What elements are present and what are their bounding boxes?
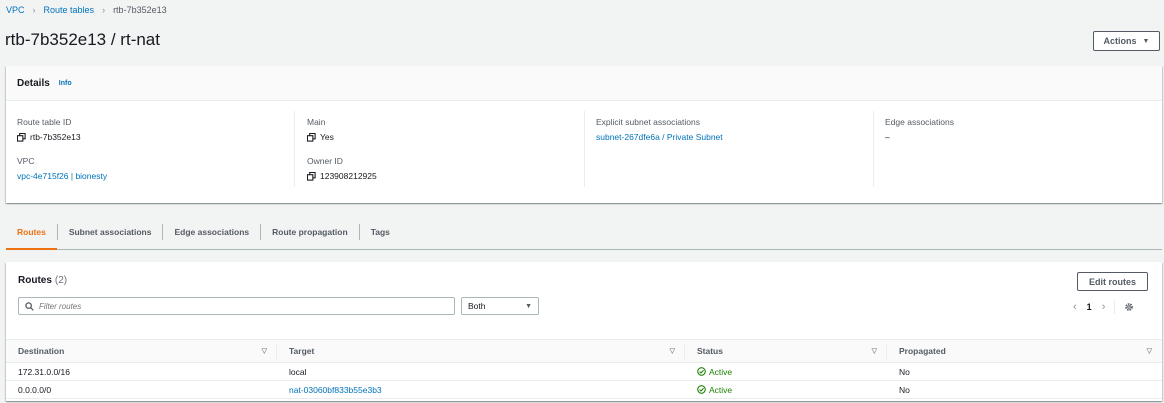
chevron-right-icon: › bbox=[32, 5, 36, 15]
column-header-label: Destination bbox=[18, 346, 65, 356]
column-header-status[interactable]: Status ▽ bbox=[685, 340, 887, 362]
actions-button-label: Actions bbox=[1103, 36, 1137, 46]
previous-page-icon[interactable]: ‹ bbox=[1073, 301, 1077, 313]
vpc-link[interactable]: vpc-4e715f26 | bionesty bbox=[17, 171, 107, 181]
filter-routes-input[interactable] bbox=[39, 301, 439, 311]
details-column-1: Route table ID rtb-7b352e13 VPC vpc-4e71… bbox=[17, 111, 295, 187]
breadcrumb-route-tables[interactable]: Route tables bbox=[44, 5, 95, 15]
details-title: Details bbox=[17, 77, 50, 89]
pagination: ‹ 1 › bbox=[1073, 300, 1134, 314]
column-header-label: Status bbox=[697, 346, 723, 356]
propagated-cell: No bbox=[899, 384, 910, 395]
check-circle-icon bbox=[697, 367, 706, 376]
details-column-4: Edge associations – bbox=[885, 111, 1155, 187]
table-row[interactable]: 0.0.0.0/0 nat-03060bf833b55e3b3 Active N… bbox=[6, 381, 1162, 399]
check-circle-icon bbox=[697, 385, 706, 394]
status-text: Active bbox=[709, 384, 733, 395]
sort-down-icon: ▽ bbox=[669, 348, 675, 355]
sort-down-icon: ▽ bbox=[871, 348, 877, 355]
column-header-label: Propagated bbox=[899, 346, 946, 356]
chevron-right-icon: › bbox=[102, 5, 106, 15]
vpc-label: VPC bbox=[17, 156, 35, 166]
routes-title-text: Routes bbox=[18, 275, 52, 286]
routes-count: (2) bbox=[54, 275, 68, 286]
page-title: rtb-7b352e13 / rt-nat bbox=[5, 30, 160, 49]
route-table-id-value: rtb-7b352e13 bbox=[17, 132, 81, 142]
status-cell: Active bbox=[685, 385, 887, 395]
route-type-select-value: Both bbox=[468, 301, 486, 311]
route-table-id-text: rtb-7b352e13 bbox=[30, 132, 81, 142]
column-header-propagated[interactable]: Propagated ▽ bbox=[887, 340, 1162, 362]
tab-edge-associations[interactable]: Edge associations bbox=[163, 223, 262, 240]
destination-cell: 172.31.0.0/16 bbox=[18, 366, 70, 377]
settings-gear-icon[interactable] bbox=[1124, 302, 1134, 312]
table-header: Destination ▽ Target ▽ Status ▽ Propagated ▽ bbox=[6, 339, 1162, 363]
routes-title: Routes (2) bbox=[18, 275, 67, 286]
copy-icon[interactable] bbox=[307, 132, 316, 142]
search-icon bbox=[25, 301, 34, 311]
caret-down-icon: ▼ bbox=[525, 302, 532, 310]
status-text: Active bbox=[709, 366, 733, 377]
copy-icon[interactable] bbox=[17, 132, 26, 142]
main-text: Yes bbox=[320, 132, 334, 142]
sort-down-icon: ▽ bbox=[1146, 348, 1152, 355]
status-badge: Active bbox=[697, 367, 732, 377]
main-label: Main bbox=[307, 117, 326, 127]
edge-associations-label: Edge associations bbox=[885, 117, 954, 127]
main-value: Yes bbox=[307, 132, 334, 142]
status-badge: Active bbox=[697, 385, 732, 395]
breadcrumb: VPC › Route tables › rtb-7b352e13 bbox=[6, 5, 167, 15]
tab-routes[interactable]: Routes bbox=[6, 223, 58, 250]
info-link[interactable]: Info bbox=[59, 80, 72, 87]
route-table-id-label: Route table ID bbox=[17, 117, 72, 127]
next-page-icon[interactable]: › bbox=[1102, 301, 1106, 313]
edge-associations-value: – bbox=[885, 132, 890, 142]
breadcrumb-current: rtb-7b352e13 bbox=[113, 5, 167, 15]
tab-route-propagation[interactable]: Route propagation bbox=[261, 223, 360, 240]
column-header-label: Target bbox=[289, 346, 315, 356]
propagated-cell: No bbox=[899, 366, 910, 377]
column-header-destination[interactable]: Destination ▽ bbox=[6, 340, 277, 362]
edit-routes-button[interactable]: Edit routes bbox=[1077, 272, 1148, 291]
tab-subnet-associations[interactable]: Subnet associations bbox=[58, 223, 164, 240]
breadcrumb-vpc[interactable]: VPC bbox=[6, 5, 25, 15]
sort-down-icon: ▽ bbox=[261, 348, 267, 355]
tab-tags[interactable]: Tags bbox=[360, 224, 401, 240]
pagination-divider bbox=[1114, 300, 1116, 314]
caret-down-icon: ▼ bbox=[1142, 37, 1150, 45]
owner-id-label: Owner ID bbox=[307, 156, 343, 166]
table-row[interactable]: 172.31.0.0/16 local Active No bbox=[6, 363, 1162, 381]
routes-panel: Routes(2) Edit routes Both ▼ ‹ 1 › Desti… bbox=[6, 262, 1162, 401]
target-cell: local bbox=[289, 366, 307, 377]
status-cell: Active bbox=[685, 367, 887, 377]
actions-button[interactable]: Actions ▼ bbox=[1093, 31, 1160, 51]
tab-bar: Routes Subnet associations Edge associat… bbox=[6, 214, 1162, 250]
details-column-3: Explicit subnet associations subnet-267d… bbox=[596, 111, 874, 187]
details-column-2: Main Yes Owner ID 123908212925 bbox=[307, 111, 585, 187]
owner-id-value: 123908212925 bbox=[307, 171, 377, 181]
route-type-select[interactable]: Both ▼ bbox=[461, 297, 539, 315]
owner-id-text: 123908212925 bbox=[320, 171, 377, 181]
copy-icon[interactable] bbox=[307, 171, 316, 181]
explicit-subnet-link[interactable]: subnet-267dfe6a / Private Subnet bbox=[596, 132, 723, 142]
column-header-target[interactable]: Target ▽ bbox=[277, 340, 685, 362]
details-panel: Details Info Route table ID rtb-7b352e13… bbox=[6, 66, 1162, 203]
destination-cell: 0.0.0.0/0 bbox=[18, 384, 52, 395]
routes-table: Destination ▽ Target ▽ Status ▽ Propagated ▽… bbox=[6, 339, 1162, 399]
target-link[interactable]: nat-03060bf833b55e3b3 bbox=[277, 385, 685, 395]
filter-routes-field[interactable] bbox=[18, 297, 455, 315]
current-page[interactable]: 1 bbox=[1087, 302, 1092, 312]
explicit-subnet-label: Explicit subnet associations bbox=[596, 117, 700, 127]
details-header: Details Info bbox=[6, 66, 1162, 101]
